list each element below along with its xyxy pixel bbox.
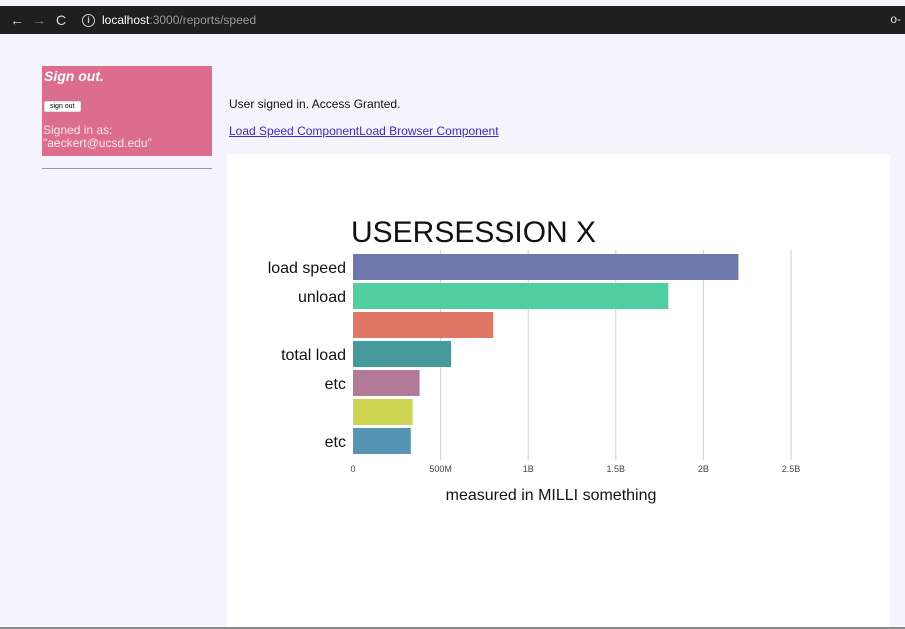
y-tick-label: etc	[325, 434, 346, 451]
signout-card: Sign out. sign out Signed in as: "aecker…	[42, 66, 212, 156]
bar	[353, 341, 452, 367]
y-tick-label: etc	[325, 376, 346, 393]
signed-in-info: Signed in as: "aeckert@ucsd.edu"	[43, 124, 152, 150]
bar	[353, 428, 411, 454]
y-tick-label: unload	[298, 289, 346, 306]
url-path: :3000/reports/speed	[149, 13, 257, 27]
x-tick-label: 2B	[698, 464, 709, 474]
signout-title: Sign out.	[44, 68, 104, 84]
browser-toolbar: ← → C i localhost:3000/reports/speed o-	[0, 6, 905, 34]
x-tick-label: 2.5B	[782, 464, 801, 474]
forward-arrow-icon[interactable]: →	[28, 12, 50, 28]
x-axis-label: measured in MILLI something	[446, 487, 657, 504]
y-tick-label: total load	[281, 347, 346, 364]
bar	[353, 254, 739, 280]
signed-in-user: "aeckert@ucsd.edu"	[43, 136, 152, 150]
bar	[353, 399, 413, 425]
bar-chart: load speed unload total load etc etc 0 500M 1B 1…	[268, 216, 801, 504]
load-speed-component-link[interactable]: Load Speed Component	[229, 124, 359, 138]
component-links: Load Speed ComponentLoad Browser Compone…	[229, 124, 499, 138]
key-icon[interactable]: o-	[890, 12, 901, 26]
sign-out-button[interactable]: sign out	[44, 101, 81, 112]
info-icon[interactable]: i	[82, 13, 95, 27]
status-message: User signed in. Access Granted.	[229, 97, 401, 111]
x-tick-label: 0	[350, 464, 355, 474]
x-tick-label: 1B	[523, 464, 534, 474]
url-host: localhost	[102, 13, 150, 27]
reload-icon[interactable]: C	[50, 12, 72, 28]
x-tick-label: 500M	[429, 464, 452, 474]
sidebar-divider	[42, 168, 212, 169]
back-arrow-icon[interactable]: ←	[6, 12, 28, 28]
chart-title: USERSESSION X	[351, 216, 596, 249]
address-bar[interactable]: i localhost:3000/reports/speed	[82, 13, 256, 27]
bar	[353, 370, 420, 396]
bar	[353, 283, 669, 309]
load-browser-component-link[interactable]: Load Browser Component	[359, 124, 498, 138]
x-tick-label: 1.5B	[607, 464, 626, 474]
bar	[353, 312, 494, 338]
y-tick-label: load speed	[268, 260, 346, 277]
